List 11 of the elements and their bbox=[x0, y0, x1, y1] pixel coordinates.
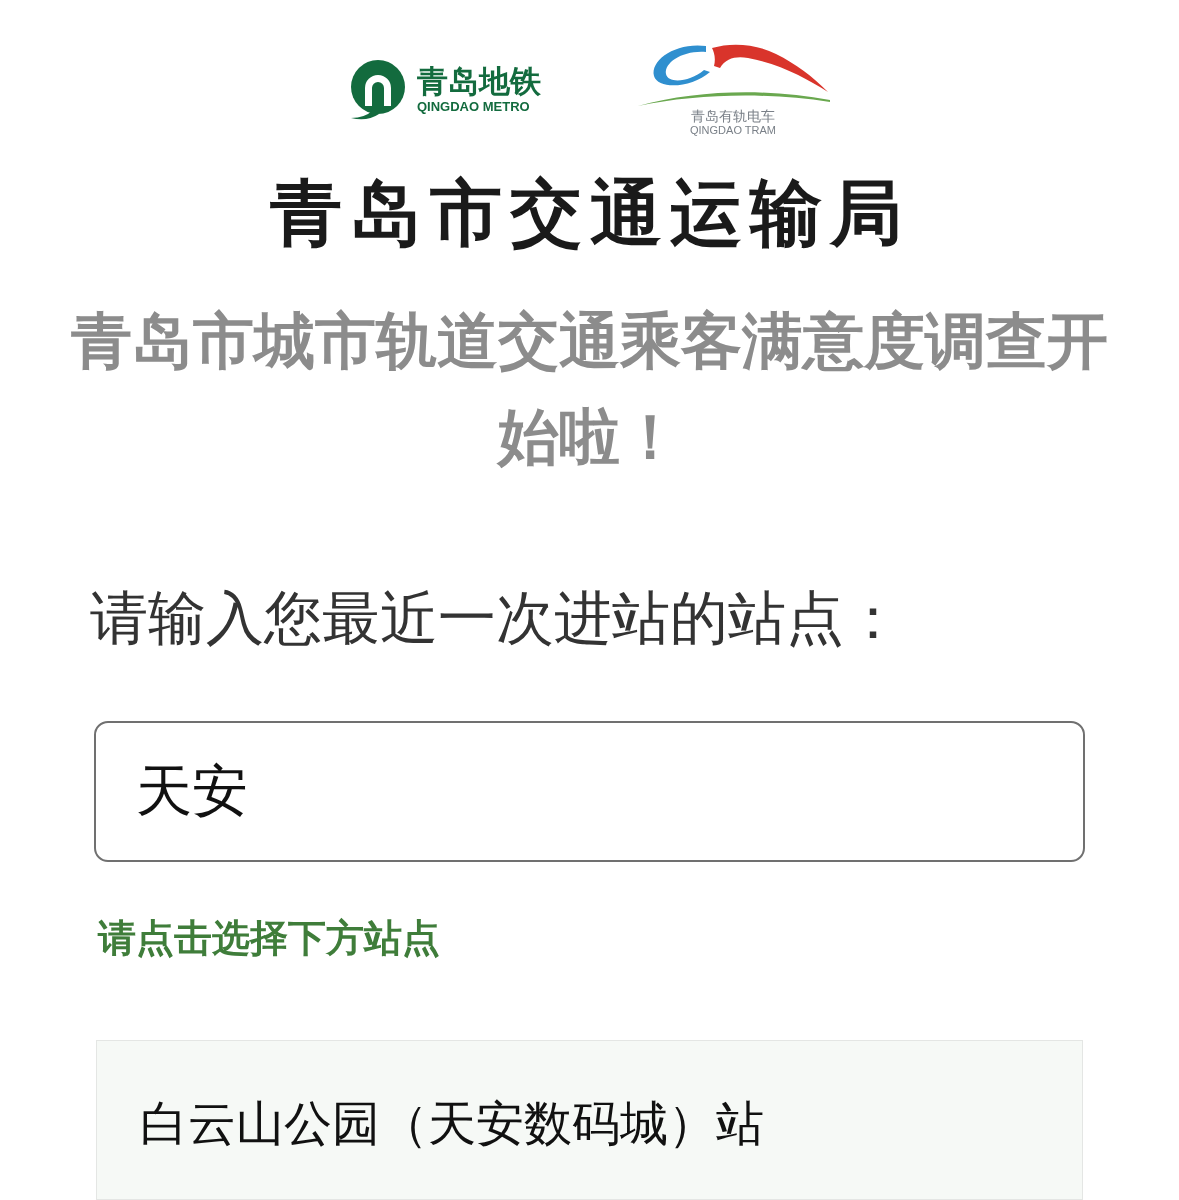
agency-title: 青岛市交通运输局 bbox=[269, 175, 910, 251]
select-hint: 请点击选择下方站点 bbox=[98, 917, 440, 959]
station-input-field[interactable]: 天安 bbox=[94, 721, 1085, 862]
metro-logo-name: 青岛地铁 bbox=[417, 64, 541, 99]
tram-logo-name: 青岛有轨电车 bbox=[691, 108, 775, 124]
survey-headline: 青岛市城市轨道交通乘客满意度调查开始啦！ bbox=[71, 307, 1108, 471]
question-label: 请输入您最近一次进站的站点： bbox=[90, 585, 902, 650]
station-option[interactable]: 白云山公园（天安数码城）站 bbox=[96, 1040, 1083, 1200]
tram-logo-english: QINGDAO TRAM bbox=[690, 124, 776, 137]
metro-logo-english: QINGDAO METRO bbox=[417, 98, 530, 115]
arch-logo-icon bbox=[349, 59, 407, 120]
